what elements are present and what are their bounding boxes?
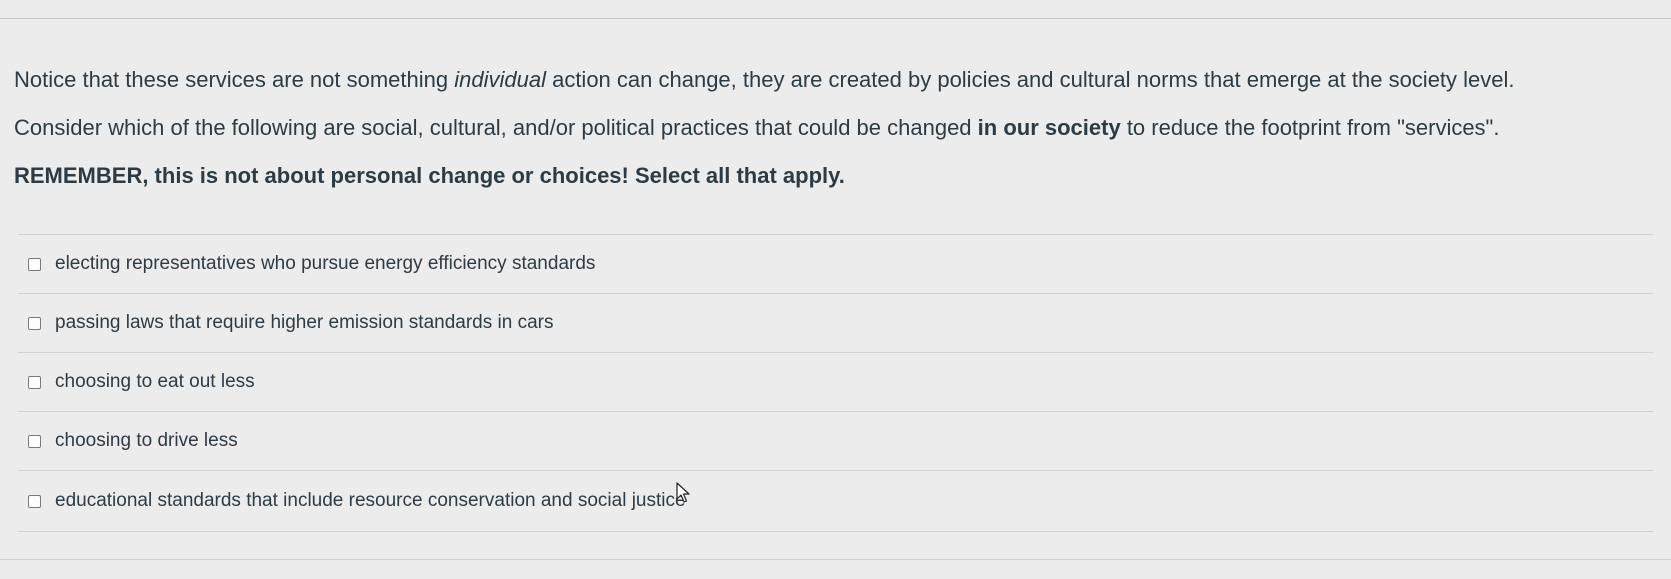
- answer-label[interactable]: educational standards that include resou…: [55, 490, 686, 512]
- checkbox-icon[interactable]: [28, 375, 41, 389]
- answer-option[interactable]: choosing to eat out less: [18, 352, 1653, 411]
- question-prompt: Notice that these services are not somet…: [14, 56, 1654, 200]
- answer-list: electing representatives who pursue ener…: [18, 234, 1653, 532]
- checkbox-icon[interactable]: [28, 257, 41, 271]
- answer-option[interactable]: educational standards that include resou…: [18, 470, 1653, 532]
- checkbox-icon[interactable]: [28, 434, 41, 448]
- bottom-divider: [0, 559, 1671, 560]
- question-line-3: REMEMBER, this is not about personal cha…: [14, 163, 845, 188]
- top-divider: [0, 18, 1671, 19]
- answer-option[interactable]: passing laws that require higher emissio…: [18, 293, 1653, 352]
- question-line-2: Consider which of the following are soci…: [14, 115, 1500, 140]
- answer-option[interactable]: electing representatives who pursue ener…: [18, 234, 1653, 293]
- answer-label[interactable]: passing laws that require higher emissio…: [55, 312, 553, 334]
- mouse-pointer-icon: [676, 482, 690, 503]
- answer-option[interactable]: choosing to drive less: [18, 411, 1653, 470]
- answer-label[interactable]: electing representatives who pursue ener…: [55, 253, 595, 275]
- checkbox-icon[interactable]: [28, 494, 41, 508]
- answer-label[interactable]: choosing to drive less: [55, 430, 238, 452]
- question-line-1: Notice that these services are not somet…: [14, 67, 1515, 92]
- checkbox-icon[interactable]: [28, 316, 41, 330]
- answer-label[interactable]: choosing to eat out less: [55, 371, 255, 393]
